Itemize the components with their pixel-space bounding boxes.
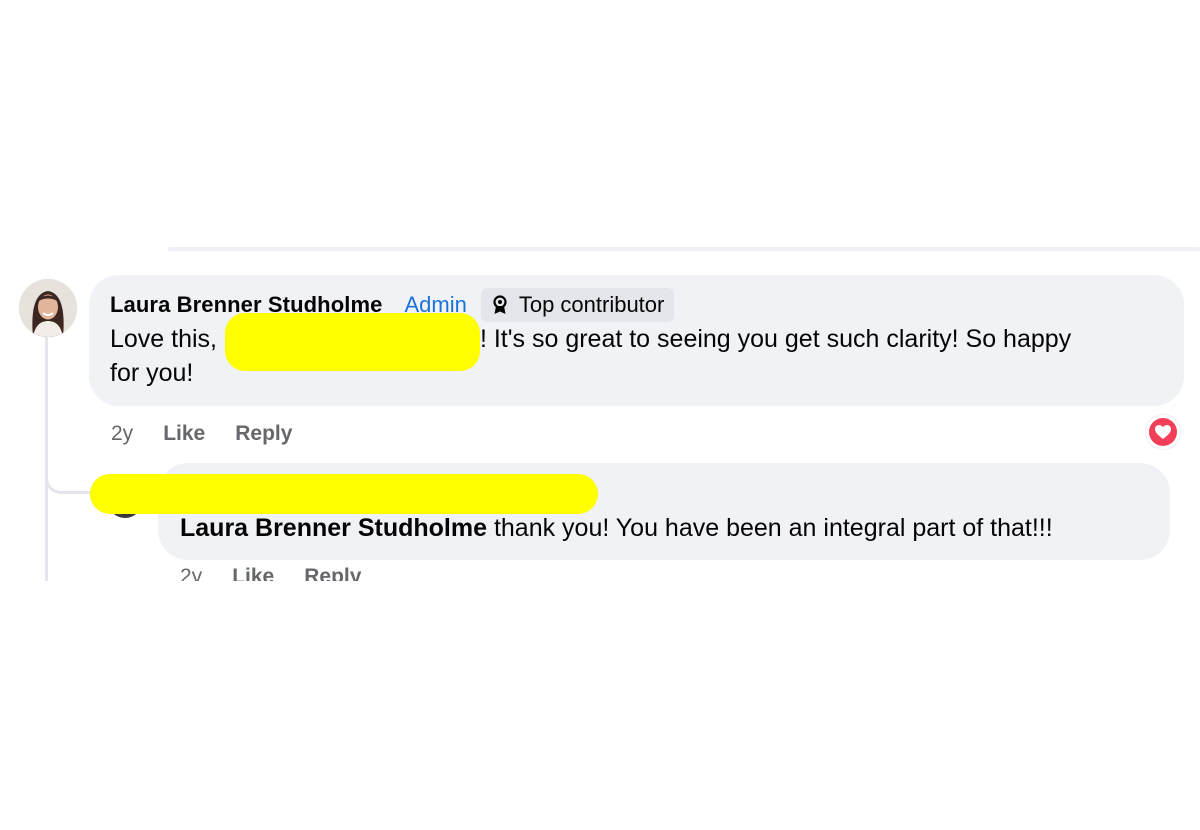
award-icon: [489, 294, 511, 316]
heart-icon: [1155, 425, 1171, 439]
top-contributor-badge[interactable]: Top contributor: [480, 288, 675, 322]
reply-like-button[interactable]: Like: [232, 565, 274, 581]
reaction-badge[interactable]: [1146, 415, 1180, 449]
reply-button[interactable]: Reply: [235, 422, 292, 446]
reply-actions-clip: 2y Like Reply: [150, 560, 550, 581]
reply-age[interactable]: 2y: [180, 565, 202, 581]
comment-actions: 2y Like Reply: [111, 420, 292, 448]
redaction-mark: [225, 313, 480, 371]
redaction-mark: [90, 474, 598, 514]
like-button[interactable]: Like: [163, 422, 205, 446]
reply-reply-button[interactable]: Reply: [304, 565, 361, 581]
comment-text-rest: !! It's so great to seeing you get such …: [473, 325, 1072, 353]
reply-actions: 2y Like Reply: [180, 563, 361, 581]
reply-body: Laura Brenner Studholme thank you! You h…: [180, 511, 1053, 545]
divider: [168, 247, 1200, 251]
comment-thread: Laura Brenner Studholme Admin Top contri…: [0, 0, 1200, 830]
avatar[interactable]: [19, 279, 77, 337]
mention-link[interactable]: Laura Brenner Studholme: [180, 514, 487, 542]
reply-text: thank you! You have been an integral par…: [487, 514, 1053, 542]
top-contributor-label: Top contributor: [518, 292, 665, 317]
comment-age[interactable]: 2y: [111, 422, 133, 446]
thread-connector-line: [45, 337, 48, 581]
comment-text-start: Love this,: [110, 325, 218, 353]
